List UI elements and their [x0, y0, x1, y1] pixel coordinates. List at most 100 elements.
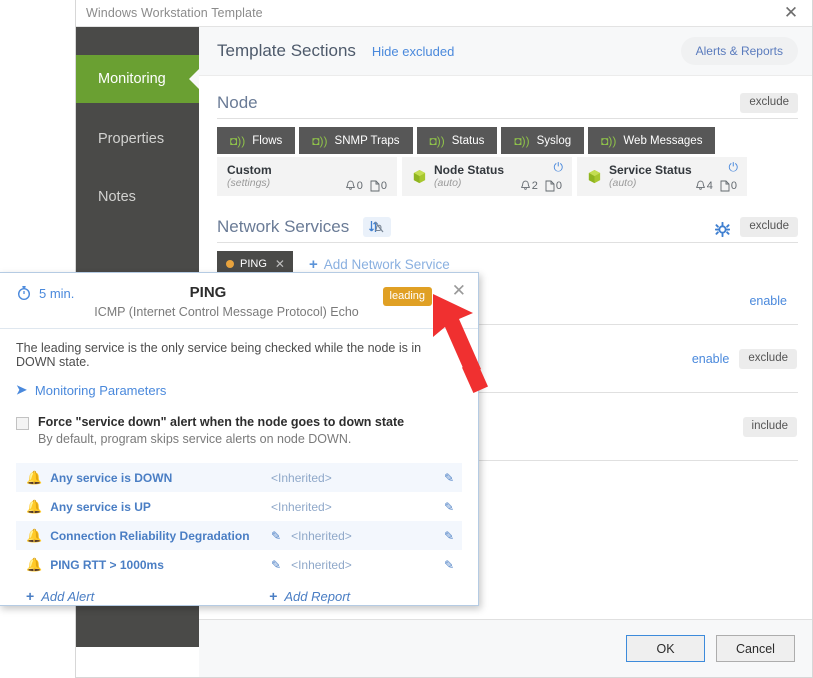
wifi-icon: ◘)) — [514, 133, 530, 148]
document-icon — [720, 180, 730, 192]
report-count-value: 0 — [380, 180, 387, 192]
alert-count: 4 — [695, 180, 713, 192]
chip-flows[interactable]: ◘)) Flows — [217, 127, 296, 154]
card-text: Node Status (auto) — [434, 163, 504, 190]
node-exclude-button[interactable]: exclude — [740, 93, 798, 113]
chip-syslog[interactable]: ◘)) Syslog — [501, 127, 585, 154]
chip-snmp-traps[interactable]: ◘)) SNMP Traps — [299, 127, 413, 154]
report-count: 0 — [720, 180, 737, 192]
node-chip-row: ◘)) Flows ◘)) SNMP Traps ◘)) Status ◘)) … — [217, 127, 798, 154]
edit-pencil-icon[interactable]: ✎ — [444, 558, 454, 572]
edit-pencil-icon[interactable]: ✎ — [271, 529, 281, 543]
card-text: Custom (settings) — [227, 163, 272, 190]
close-icon[interactable]: ✕ — [452, 283, 466, 300]
power-icon[interactable]: ⏻ — [554, 161, 564, 173]
alert-name[interactable]: Any service is DOWN — [50, 471, 172, 485]
alert-inherited-group: ✎ <Inherited> — [271, 558, 352, 572]
alert-name[interactable]: Any service is UP — [50, 500, 151, 514]
close-icon[interactable]: ✕ — [778, 2, 804, 24]
card-text: Service Status (auto) — [609, 163, 692, 190]
power-icon[interactable]: ⏻ — [729, 161, 739, 173]
wifi-icon: ◘)) — [230, 133, 246, 148]
close-icon[interactable]: ✕ — [275, 257, 285, 271]
alert-list: 🔔 Any service is DOWN <Inherited> ✎ 🔔 An… — [16, 463, 462, 604]
alert-row[interactable]: 🔔 Any service is DOWN <Inherited> ✎ — [16, 463, 462, 492]
edit-pencil-icon[interactable]: ✎ — [444, 529, 454, 543]
document-icon — [545, 180, 555, 192]
alert-inherited-value: <Inherited> — [291, 557, 352, 572]
leading-badge[interactable]: leading — [382, 287, 432, 306]
status-dot-icon — [226, 260, 234, 268]
alert-inherited-value: <Inherited> — [271, 470, 332, 485]
alert-inherited-value: <Inherited> — [291, 528, 352, 543]
card-custom[interactable]: Custom (settings) 0 0 — [217, 157, 397, 196]
include-button[interactable]: include — [742, 416, 797, 437]
screen: Windows Workstation Template ✕ Monitorin… — [0, 0, 813, 678]
plus-icon: + — [26, 588, 35, 604]
alert-count: 0 — [345, 180, 363, 192]
force-service-down-label: Force "service down" alert when the node… — [38, 415, 405, 429]
sidebar-item-properties[interactable]: Properties — [76, 115, 199, 163]
report-count: 0 — [545, 180, 562, 192]
exclude-button[interactable]: exclude — [739, 348, 797, 369]
cancel-button[interactable]: Cancel — [716, 635, 795, 662]
check-interval[interactable]: 5 min. — [16, 285, 74, 301]
popup-header: 5 min. PING ICMP (Internet Control Messa… — [0, 273, 478, 329]
force-service-down-checkbox[interactable] — [16, 417, 29, 430]
alert-count-value: 4 — [706, 180, 713, 192]
report-count-value: 0 — [555, 180, 562, 192]
wifi-icon: ◘)) — [312, 133, 328, 148]
node-section-title: Node — [217, 93, 258, 112]
plus-icon: + — [308, 255, 318, 273]
edit-pencil-icon[interactable]: ✎ — [444, 471, 454, 485]
add-alert-button[interactable]: + Add Alert — [26, 588, 94, 604]
dialog-title: Windows Workstation Template — [86, 6, 263, 20]
network-services-exclude-button[interactable]: exclude — [740, 217, 798, 237]
edit-pencil-icon[interactable]: ✎ — [444, 500, 454, 514]
alert-name[interactable]: Connection Reliability Degradation — [50, 529, 249, 543]
content-header: Template Sections Hide excluded Alerts &… — [199, 27, 812, 76]
stopwatch-icon — [17, 286, 31, 301]
bell-icon: 🔔 — [26, 498, 43, 514]
bell-icon: 🔔 — [26, 556, 43, 572]
bell-icon — [695, 180, 705, 190]
chip-web-messages[interactable]: ◘)) Web Messages — [588, 127, 716, 154]
monitoring-parameters-label: Monitoring Parameters — [34, 382, 167, 398]
sort-disabled-icon[interactable] — [363, 217, 392, 237]
monitoring-parameters-toggle[interactable]: ➤ Monitoring Parameters — [16, 382, 462, 398]
sidebar-item-notes[interactable]: Notes — [76, 173, 199, 221]
tab-label: PING — [240, 258, 267, 270]
sidebar-item-monitoring[interactable]: Monitoring — [76, 55, 199, 103]
enable-link[interactable]: enable — [692, 352, 730, 366]
add-network-service-button[interactable]: + Add Network Service — [309, 257, 450, 272]
alert-row[interactable]: 🔔 Connection Reliability Degradation ✎ <… — [16, 521, 462, 550]
alert-count-value: 2 — [531, 180, 538, 192]
hide-excluded-link[interactable]: Hide excluded — [372, 44, 454, 59]
alert-row[interactable]: 🔔 PING RTT > 1000ms ✎ <Inherited> ✎ — [16, 550, 462, 579]
alerts-and-reports-button[interactable]: Alerts & Reports — [680, 37, 798, 65]
ok-button[interactable]: OK — [626, 635, 705, 662]
sidebar-item-label: Notes — [98, 189, 136, 205]
alert-row[interactable]: 🔔 Any service is UP <Inherited> ✎ — [16, 492, 462, 521]
card-service-status[interactable]: Service Status (auto) ⏻ 4 0 — [577, 157, 747, 196]
chip-status[interactable]: ◘)) Status — [416, 127, 498, 154]
page-title: Template Sections — [217, 41, 356, 60]
card-title: Node Status — [434, 163, 505, 177]
gear-icon[interactable] — [715, 222, 731, 237]
add-report-label: Add Report — [284, 588, 351, 604]
alert-name[interactable]: PING RTT > 1000ms — [50, 558, 164, 572]
gear-glyph — [715, 222, 731, 237]
force-service-down-row: Force "service down" alert when the node… — [16, 415, 462, 446]
add-report-button[interactable]: + Add Report — [269, 588, 350, 604]
alert-inherited-group: <Inherited> — [271, 500, 332, 514]
add-alert-label: Add Alert — [41, 588, 95, 604]
card-node-status[interactable]: Node Status (auto) ⏻ 2 0 — [402, 157, 572, 196]
node-card-row: Custom (settings) 0 0 Node Status (auto)… — [217, 157, 798, 196]
card-counts: 0 0 — [345, 180, 387, 196]
chip-label: SNMP Traps — [334, 134, 400, 147]
popup-subtitle: ICMP (Internet Control Message Protocol)… — [94, 305, 359, 319]
alert-count: 2 — [520, 180, 538, 192]
alert-inherited-group: <Inherited> — [271, 471, 332, 485]
enable-link[interactable]: enable — [749, 294, 787, 308]
edit-pencil-icon[interactable]: ✎ — [271, 558, 281, 572]
